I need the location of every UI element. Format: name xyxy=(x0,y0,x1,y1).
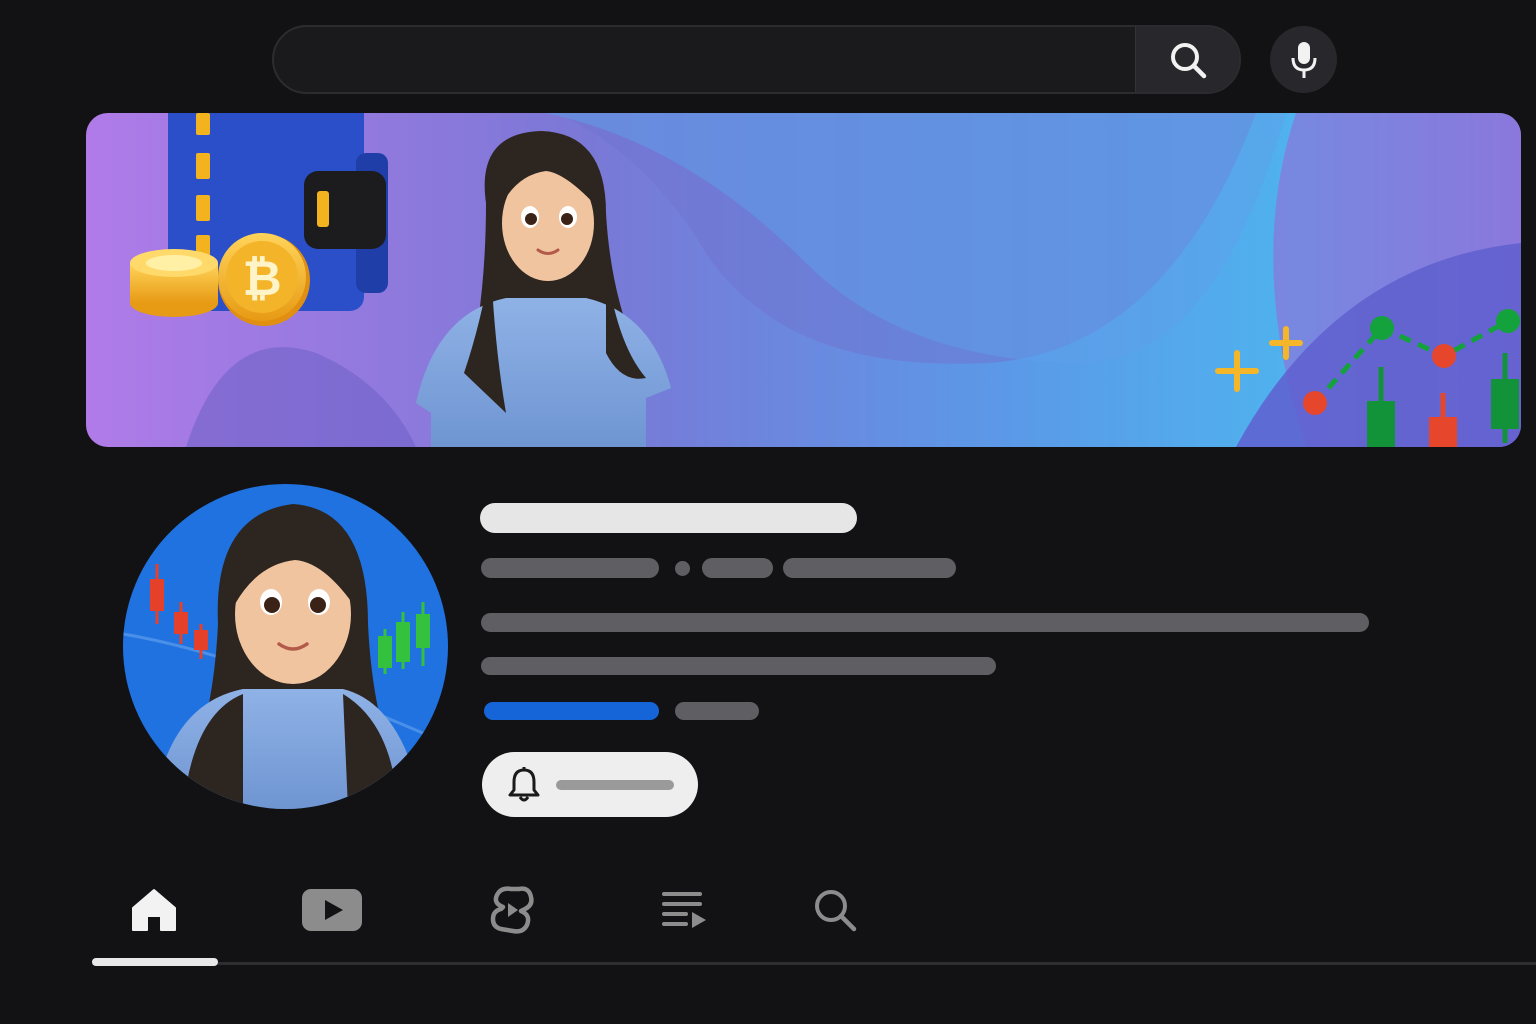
search-icon xyxy=(815,890,857,932)
subscriber-count xyxy=(702,558,773,578)
tab-playlists[interactable] xyxy=(644,880,724,940)
active-tab-indicator xyxy=(92,958,218,966)
search-bar xyxy=(272,25,1241,94)
meta-separator-dot xyxy=(675,561,690,576)
channel-page: ₿ xyxy=(0,0,1536,1024)
bell-icon xyxy=(508,766,540,801)
channel-link[interactable] xyxy=(484,702,659,720)
more-links[interactable] xyxy=(675,702,759,720)
channel-avatar[interactable] xyxy=(123,484,448,809)
playlists-icon xyxy=(662,892,706,928)
subscribe-button[interactable] xyxy=(482,752,698,817)
channel-name xyxy=(480,503,857,533)
tab-search[interactable] xyxy=(795,880,875,940)
tab-divider xyxy=(92,962,1536,965)
tab-home[interactable] xyxy=(114,880,194,940)
subscribe-label xyxy=(556,779,674,790)
search-icon xyxy=(1170,42,1206,78)
search-input[interactable] xyxy=(274,27,1135,92)
voice-search-button[interactable] xyxy=(1270,26,1337,93)
channel-handle xyxy=(481,558,659,578)
mic-icon xyxy=(1291,41,1316,78)
channel-description-line-2[interactable] xyxy=(481,657,996,675)
channel-description-line-1[interactable] xyxy=(481,613,1369,632)
shorts-icon xyxy=(490,886,534,934)
banner-art: ₿ xyxy=(86,113,1521,447)
tab-videos[interactable] xyxy=(292,880,372,940)
coin-stack-icon xyxy=(130,249,218,317)
svg-text:₿: ₿ xyxy=(242,253,281,306)
tab-shorts[interactable] xyxy=(472,880,552,940)
channel-banner: ₿ xyxy=(86,113,1521,447)
home-icon xyxy=(132,889,176,931)
video-count xyxy=(783,558,956,578)
avatar-image xyxy=(123,484,448,809)
videos-icon xyxy=(302,889,362,931)
search-button[interactable] xyxy=(1135,27,1239,92)
